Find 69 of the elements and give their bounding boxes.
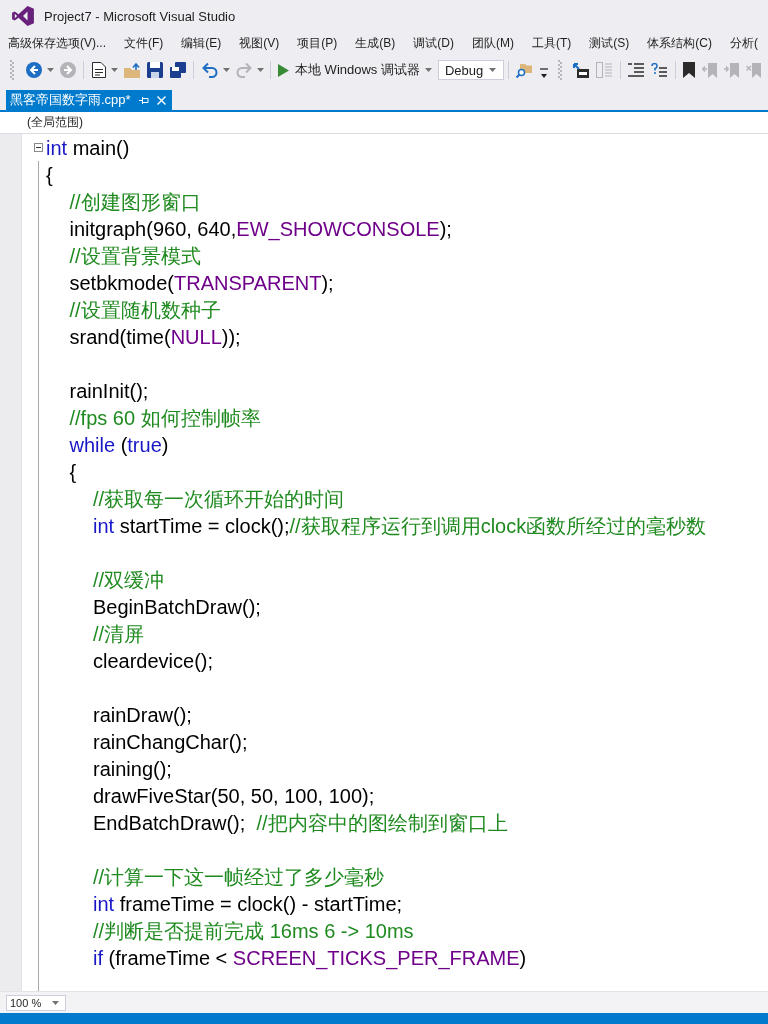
pin-icon[interactable]	[138, 95, 149, 105]
configuration-dropdown[interactable]: Debug	[437, 60, 504, 80]
grip-icon[interactable]	[10, 60, 14, 80]
code-line: //获取每一次循环开始的时间	[93, 486, 345, 511]
scope-dropdown[interactable]: (全局范围)	[27, 114, 83, 131]
question-lines-icon[interactable]	[651, 62, 668, 78]
code-line: //设置随机数种子	[69, 297, 221, 322]
bookmark-icon[interactable]	[683, 62, 696, 78]
menu-item[interactable]: 生成(B)	[355, 34, 396, 52]
code-line: int frameTime = clock() - startTime;	[93, 891, 403, 916]
code-line: //设置背景模式	[69, 243, 201, 268]
code-line: {	[69, 459, 77, 484]
code-line: rainInit();	[69, 378, 149, 403]
menu-item[interactable]: 高级保存选项(V)...	[8, 34, 106, 52]
code-line: setbkmode(TRANSPARENT);	[69, 270, 334, 295]
code-line: if (frameTime < SCREEN_TICKS_PER_FRAME)	[93, 945, 527, 970]
code-line: //创建图形窗口	[69, 189, 201, 214]
close-icon[interactable]	[156, 95, 166, 105]
undo-icon[interactable]	[201, 62, 218, 78]
code-line: srand(time(NULL));	[69, 324, 241, 349]
play-icon	[278, 63, 289, 77]
code-line: int startTime = clock();//获取程序运行到调用clock函数所经过的毫秒数	[93, 513, 707, 538]
code-line: raining();	[93, 756, 172, 781]
code-line: //清屏	[93, 621, 145, 646]
overflow-caret-icon[interactable]	[539, 67, 548, 79]
collapse-icon[interactable]	[33, 143, 43, 152]
menu-item[interactable]: 分析(	[730, 34, 758, 52]
menu-item[interactable]: 项目(P)	[297, 34, 338, 52]
lines-icon[interactable]	[628, 63, 645, 77]
caret-icon[interactable]	[424, 68, 432, 72]
document-icon[interactable]	[91, 62, 106, 78]
save-icon[interactable]	[146, 62, 163, 78]
caret-icon[interactable]	[47, 68, 54, 72]
folder-search-icon[interactable]	[516, 62, 533, 78]
window-title: Project7 - Microsoft Visual Studio	[44, 8, 236, 24]
menu-item[interactable]: 文件(F)	[124, 34, 164, 52]
caret-icon[interactable]	[52, 1000, 59, 1005]
code-line: //计算一下这一帧经过了多少毫秒	[93, 864, 385, 889]
code-line: int main()	[46, 135, 130, 160]
start-debugging-button[interactable]: 本地 Windows 调试器	[275, 59, 423, 81]
logo-icon	[12, 6, 34, 26]
code-line: rainChangChar();	[93, 729, 248, 754]
caret-icon[interactable]	[111, 68, 118, 72]
code-line: while (true)	[69, 432, 169, 457]
code-line: //双缓冲	[93, 567, 165, 592]
code-line: BeginBatchDraw();	[93, 594, 261, 619]
code-line: drawFiveStar(50, 50, 100, 100);	[93, 783, 375, 808]
code-line: //fps 60 如何控制帧率	[69, 405, 261, 430]
menu-item[interactable]: 工具(T)	[532, 34, 572, 52]
caret-icon[interactable]	[223, 68, 230, 72]
folder-icon[interactable]	[123, 62, 140, 78]
save-all-icon[interactable]	[169, 62, 186, 78]
code-line: initgraph(960, 640,EW_SHOWCONSOLE);	[69, 216, 452, 241]
caret-icon[interactable]	[488, 68, 496, 72]
code-line: {	[46, 162, 53, 187]
menu-item[interactable]: 调试(D)	[413, 34, 454, 52]
menu-item[interactable]: 编辑(E)	[181, 34, 222, 52]
grip-icon[interactable]	[557, 60, 562, 80]
code-line: cleardevice();	[93, 648, 214, 673]
zoom-dropdown[interactable]: 100 %	[6, 994, 66, 1011]
menu-item[interactable]: 团队(M)	[472, 34, 514, 52]
menu-item[interactable]: 视图(V)	[239, 34, 280, 52]
code-line: rainDraw();	[93, 702, 192, 727]
menu-item[interactable]: 测试(S)	[589, 34, 630, 52]
code-line: EndBatchDraw(); //把内容中的图绘制到窗口上	[93, 810, 508, 835]
menu-item[interactable]: 体系结构(C)	[647, 34, 712, 52]
box-arrow-icon[interactable]	[573, 62, 590, 78]
code-line: //判断是否提前完成 16ms 6 -> 10ms	[93, 918, 414, 943]
document-tab[interactable]: 黑客帝国数字雨.cpp*	[6, 90, 172, 110]
